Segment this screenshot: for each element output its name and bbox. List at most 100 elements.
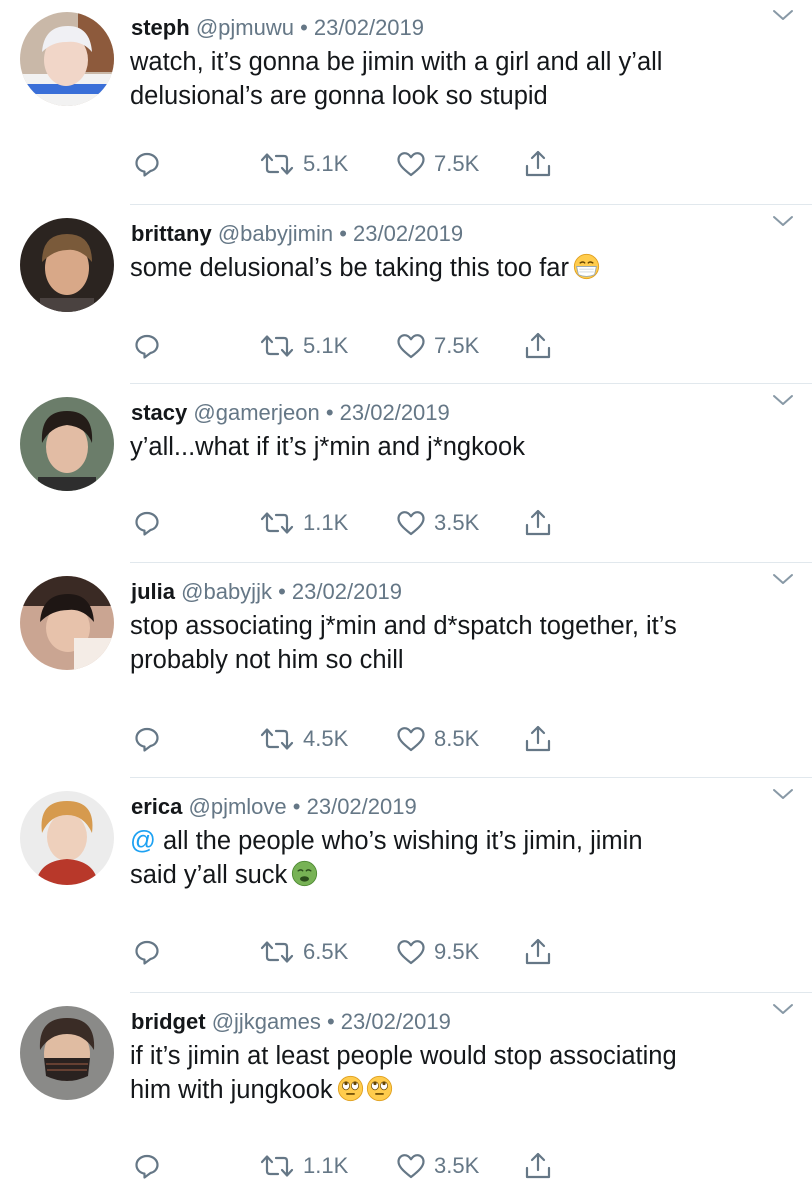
- tweet-date[interactable]: 23/02/2019: [307, 794, 417, 819]
- like-button[interactable]: 3.5K: [396, 1150, 479, 1182]
- separator-dot: •: [278, 579, 286, 604]
- tweet[interactable]: bridget @jjkgames • 23/02/2019 if it’s j…: [0, 994, 812, 1200]
- like-count: 7.5K: [434, 333, 480, 358]
- reply-button[interactable]: [133, 330, 161, 362]
- share-button[interactable]: [523, 723, 553, 755]
- retweet-button[interactable]: 6.5K: [259, 936, 348, 968]
- tweet-text-line: all the people who’s wishing it’s jimin,…: [155, 827, 643, 855]
- retweet-button[interactable]: 5.1K: [259, 148, 348, 180]
- handle[interactable]: @pjmuwu: [196, 15, 294, 40]
- retweet-count: 5.1K: [303, 333, 349, 358]
- share-button[interactable]: [523, 330, 553, 362]
- display-name[interactable]: stacy: [131, 400, 187, 425]
- tweet-text-line: y’all...what if it’s j*min and j*ngkook: [130, 433, 525, 461]
- tweet-date[interactable]: 23/02/2019: [292, 579, 402, 604]
- divider: [130, 204, 812, 205]
- retweet-count: 5.1K: [303, 151, 349, 176]
- tweet-actions: 5.1K 7.5K: [0, 148, 812, 180]
- share-icon: [523, 331, 553, 361]
- reply-button[interactable]: [133, 148, 161, 180]
- display-name[interactable]: julia: [131, 579, 175, 604]
- divider: [130, 992, 812, 993]
- tweet-text-line: watch, it’s gonna be jimin with a girl a…: [130, 48, 663, 76]
- like-count: 7.5K: [434, 151, 480, 176]
- retweet-button[interactable]: 4.5K: [259, 723, 348, 755]
- tweet[interactable]: brittany @babyjimin • 23/02/2019 some de…: [0, 206, 812, 384]
- tweet-header: erica @pjmlove • 23/02/2019: [131, 793, 417, 821]
- tweet-text: @ all the people who’s wishing it’s jimi…: [130, 824, 790, 892]
- divider: [130, 383, 812, 384]
- face-with-rolling-eyes-emoji: [337, 1075, 363, 1102]
- like-icon: [396, 1152, 426, 1180]
- share-icon: [523, 508, 553, 538]
- reply-button[interactable]: [133, 723, 161, 755]
- tweet-date[interactable]: 23/02/2019: [314, 15, 424, 40]
- tweet-actions: 6.5K 9.5K: [0, 936, 812, 968]
- display-name[interactable]: bridget: [131, 1009, 206, 1034]
- tweet-actions: 1.1K 3.5K: [0, 507, 812, 539]
- share-button[interactable]: [523, 507, 553, 539]
- handle[interactable]: @babyjjk: [181, 579, 272, 604]
- tweet[interactable]: julia @babyjjk • 23/02/2019 stop associa…: [0, 564, 812, 778]
- like-button[interactable]: 7.5K: [396, 330, 479, 362]
- retweet-button[interactable]: 1.1K: [259, 507, 348, 539]
- like-button[interactable]: 8.5K: [396, 723, 479, 755]
- tweet[interactable]: erica @pjmlove • 23/02/2019 @ all the pe…: [0, 779, 812, 993]
- share-button[interactable]: [523, 936, 553, 968]
- share-button[interactable]: [523, 148, 553, 180]
- tweet-date[interactable]: 23/02/2019: [340, 400, 450, 425]
- display-name[interactable]: brittany: [131, 221, 212, 246]
- display-name[interactable]: erica: [131, 794, 182, 819]
- share-icon: [523, 724, 553, 754]
- chevron-down-icon[interactable]: [772, 787, 794, 801]
- tweet-text: if it’s jimin at least people would stop…: [130, 1039, 790, 1107]
- tweet-actions: 5.1K 7.5K: [0, 330, 812, 362]
- tweet-header: stacy @gamerjeon • 23/02/2019: [131, 399, 450, 427]
- handle[interactable]: @jjkgames: [212, 1009, 321, 1034]
- retweet-button[interactable]: 5.1K: [259, 330, 348, 362]
- chevron-down-icon[interactable]: [772, 214, 794, 228]
- chevron-down-icon[interactable]: [772, 8, 794, 22]
- reply-button[interactable]: [133, 936, 161, 968]
- reply-icon: [133, 1152, 161, 1180]
- like-button[interactable]: 9.5K: [396, 936, 479, 968]
- mention-link[interactable]: @: [130, 827, 156, 855]
- handle[interactable]: @pjmlove: [189, 794, 287, 819]
- reply-button[interactable]: [133, 1150, 161, 1182]
- avatar[interactable]: [20, 218, 114, 312]
- display-name[interactable]: steph: [131, 15, 190, 40]
- like-button[interactable]: 3.5K: [396, 507, 479, 539]
- avatar[interactable]: [20, 791, 114, 885]
- like-icon: [396, 725, 426, 753]
- chevron-down-icon[interactable]: [772, 1002, 794, 1016]
- tweet-date[interactable]: 23/02/2019: [353, 221, 463, 246]
- retweet-icon: [259, 725, 295, 753]
- chevron-down-icon[interactable]: [772, 393, 794, 407]
- chevron-down-icon[interactable]: [772, 572, 794, 586]
- handle[interactable]: @babyjimin: [218, 221, 333, 246]
- like-icon: [396, 938, 426, 966]
- handle[interactable]: @gamerjeon: [193, 400, 319, 425]
- share-button[interactable]: [523, 1150, 553, 1182]
- retweet-count: 6.5K: [303, 939, 349, 964]
- avatar[interactable]: [20, 12, 114, 106]
- like-button[interactable]: 7.5K: [396, 148, 479, 180]
- separator-dot: •: [292, 794, 301, 819]
- avatar[interactable]: [20, 397, 114, 491]
- retweet-count: 1.1K: [303, 510, 349, 535]
- tweet-text: stop associating j*min and d*spatch toge…: [130, 609, 790, 677]
- avatar[interactable]: [20, 1006, 114, 1100]
- tweet-date[interactable]: 23/02/2019: [341, 1009, 451, 1034]
- reply-button[interactable]: [133, 507, 161, 539]
- tweet[interactable]: steph @pjmuwu • 23/02/2019 watch, it’s g…: [0, 0, 812, 205]
- tweet-header: bridget @jjkgames • 23/02/2019: [131, 1008, 451, 1036]
- tweet-text-line: delusional’s are gonna look so stupid: [130, 82, 548, 110]
- tweet-text-line: stop associating j*min and d*spatch toge…: [130, 612, 677, 640]
- tweet-header: julia @babyjjk • 23/02/2019: [131, 578, 402, 606]
- separator-dot: •: [325, 400, 334, 425]
- reply-icon: [133, 725, 161, 753]
- tweet[interactable]: stacy @gamerjeon • 23/02/2019 y’all...wh…: [0, 385, 812, 563]
- avatar[interactable]: [20, 576, 114, 670]
- retweet-button[interactable]: 1.1K: [259, 1150, 348, 1182]
- retweet-icon: [259, 509, 295, 537]
